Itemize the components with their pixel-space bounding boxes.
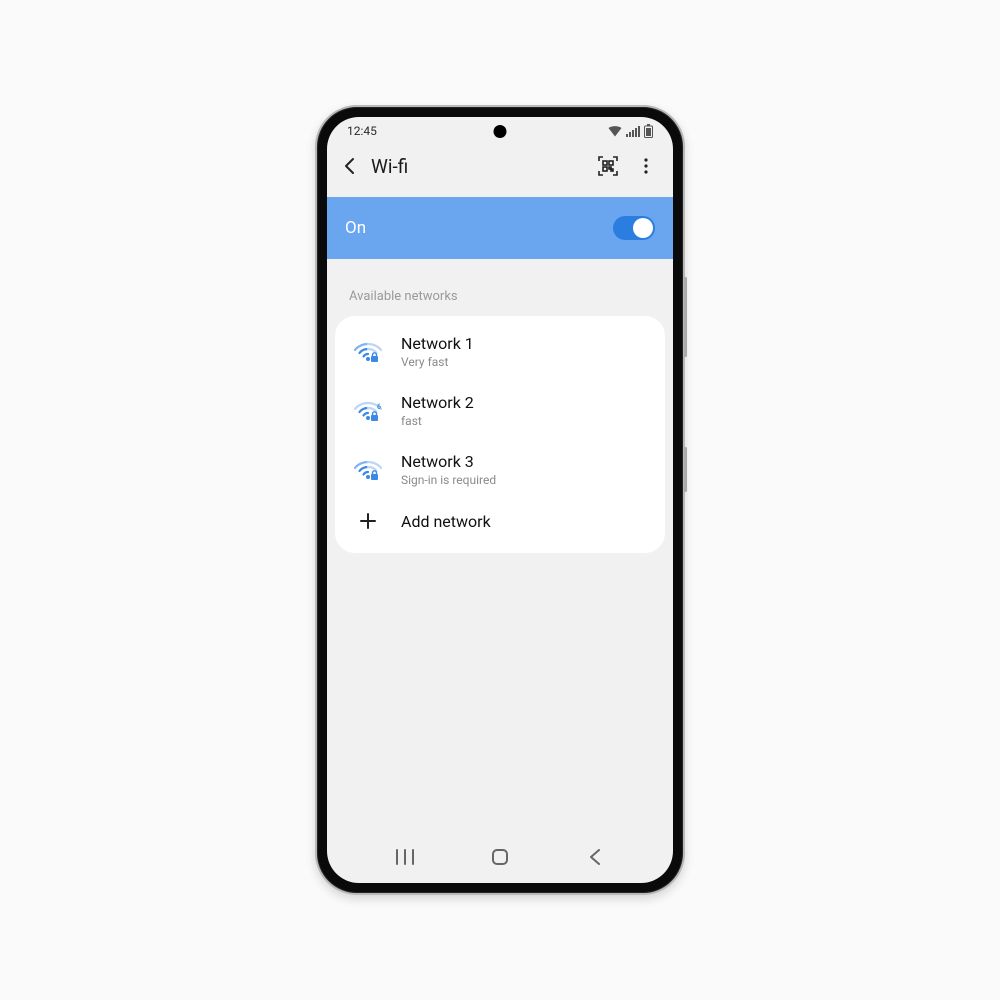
front-camera <box>494 125 507 138</box>
app-bar: Wi-fi <box>327 145 673 197</box>
chevron-left-icon <box>341 157 359 175</box>
phone-frame: 12:45 Wi-fi <box>315 105 685 895</box>
home-button[interactable] <box>470 848 530 866</box>
chevron-left-icon <box>588 849 602 865</box>
more-menu-button[interactable] <box>633 153 659 179</box>
system-nav-bar <box>327 837 673 883</box>
recents-icon <box>395 849 415 865</box>
network-row[interactable]: Network 1 Very fast <box>335 322 665 381</box>
network-name: Network 3 <box>401 452 647 471</box>
back-button[interactable] <box>341 157 359 175</box>
recents-button[interactable] <box>375 849 435 865</box>
network-row[interactable]: Network 3 Sign-in is required <box>335 440 665 499</box>
status-icons <box>608 124 653 138</box>
add-network-row[interactable]: Add network <box>335 499 665 543</box>
network-subtitle: Very fast <box>401 355 647 369</box>
home-icon <box>491 848 509 866</box>
qr-code-icon <box>598 156 618 176</box>
battery-icon <box>644 124 653 138</box>
section-header: Available networks <box>327 259 673 316</box>
network-row[interactable]: 6 Network 2 fast <box>335 381 665 440</box>
wifi6-secure-icon: 6 <box>353 399 383 423</box>
network-subtitle: fast <box>401 414 647 428</box>
wifi-status-icon <box>608 126 622 137</box>
signal-icon <box>626 126 640 137</box>
network-name: Network 2 <box>401 393 647 412</box>
screen: 12:45 Wi-fi <box>327 117 673 883</box>
wifi-secure-icon <box>353 458 383 482</box>
more-vert-icon <box>637 157 655 175</box>
page-title: Wi-fi <box>371 155 583 178</box>
clock-label: 12:45 <box>347 124 377 138</box>
network-name: Network 1 <box>401 334 647 353</box>
wifi-secure-icon <box>353 340 383 364</box>
plus-icon <box>353 511 383 531</box>
power-button <box>684 447 687 492</box>
add-network-label: Add network <box>401 512 647 531</box>
svg-text:6: 6 <box>377 403 381 411</box>
network-subtitle: Sign-in is required <box>401 473 647 487</box>
wifi-state-label: On <box>345 218 366 238</box>
wifi-switch[interactable] <box>613 216 655 240</box>
volume-button <box>684 277 687 357</box>
networks-card: Network 1 Very fast 6 <box>335 316 665 553</box>
wifi-toggle-bar[interactable]: On <box>327 197 673 259</box>
qr-code-button[interactable] <box>595 153 621 179</box>
back-nav-button[interactable] <box>565 849 625 865</box>
